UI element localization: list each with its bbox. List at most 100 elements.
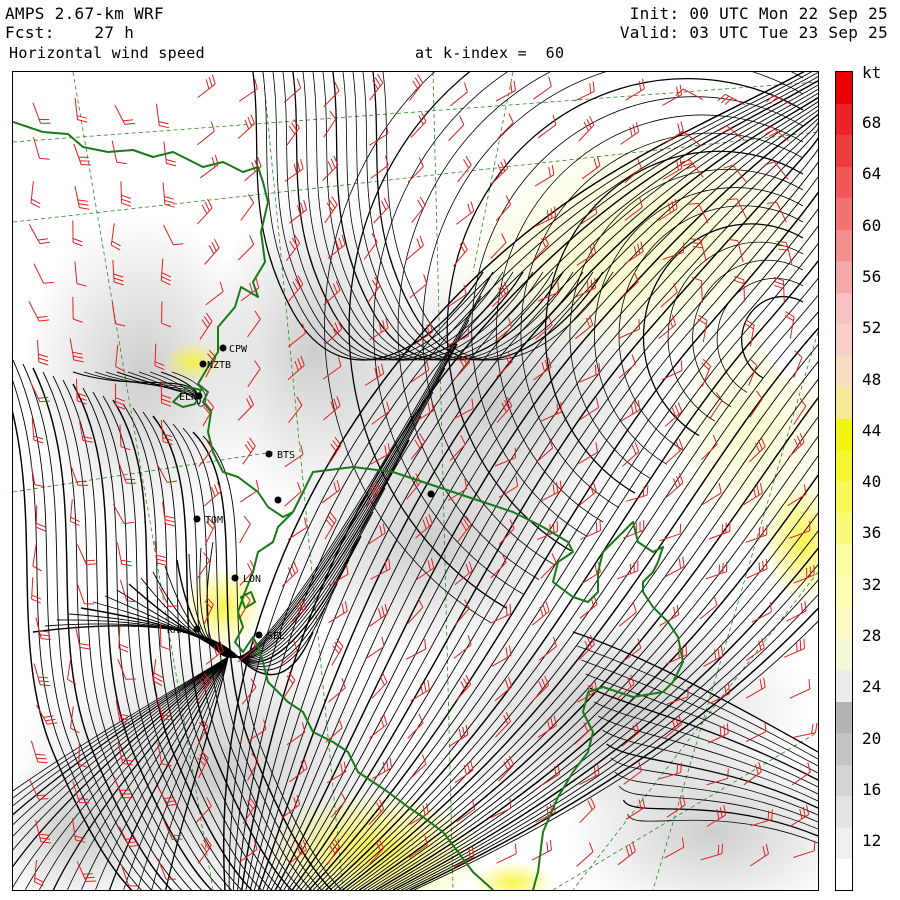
wind-barb — [751, 602, 772, 623]
station-dot — [265, 450, 273, 458]
colorbar-tick-label: 32 — [862, 574, 882, 594]
wind-barb — [28, 224, 50, 245]
forecast-hour: Fcst: 27 h — [5, 23, 135, 42]
colorbar-cell — [836, 606, 852, 639]
wind-barb — [32, 102, 51, 124]
shade-blob — [473, 862, 553, 890]
colorbar-cell — [836, 732, 852, 765]
wind-barb — [369, 123, 389, 146]
station-dot — [193, 515, 201, 523]
wind-barb — [75, 625, 90, 650]
wind-barb — [717, 93, 745, 106]
colorbar-cell — [836, 764, 852, 797]
colorbar-cell — [836, 386, 852, 419]
station-label: NZTB — [207, 360, 231, 371]
station-dot — [199, 360, 207, 368]
wind-barb — [323, 110, 337, 138]
colorbar-cell — [836, 292, 852, 325]
colorbar-tick-label: 64 — [862, 164, 882, 184]
station-label: TOM — [205, 515, 223, 526]
init-time: Init: 00 UTC Mon 22 Sep 25 — [629, 4, 888, 23]
station-tom: TOM — [193, 515, 223, 526]
wind-barb — [239, 515, 251, 544]
colorbar-cell — [836, 481, 852, 513]
colorbar-tick-label: 48 — [862, 369, 882, 389]
colorbar-tick-label: 56 — [862, 266, 882, 286]
wind-barb — [625, 78, 645, 101]
wind-barb — [409, 74, 424, 101]
colorbar-unit: kt — [862, 63, 882, 82]
colorbar-tick-label: 20 — [862, 728, 882, 748]
colorbar-cell — [836, 669, 852, 702]
wind-barb — [31, 577, 42, 604]
wind-barb — [76, 582, 95, 605]
station-dot — [427, 490, 435, 498]
colorbar-tick-label: 28 — [862, 626, 882, 645]
station-label: KHN — [167, 625, 185, 636]
shade-blob — [23, 212, 263, 532]
wind-barb — [410, 112, 427, 138]
colorbar-tick-label: 16 — [862, 779, 882, 799]
wind-barb — [496, 843, 517, 864]
wind-barb — [448, 115, 465, 141]
station-dot — [219, 344, 227, 352]
colorbar-cell — [836, 229, 852, 262]
colorbar-tick-label: 44 — [862, 420, 882, 440]
colorbar-cell — [836, 355, 852, 388]
wind-barb — [162, 182, 175, 208]
wind-barb — [323, 81, 340, 108]
colorbar-cell — [836, 134, 852, 167]
colorbar-tick-label: 60 — [862, 215, 882, 235]
colorbar-cell — [836, 166, 852, 199]
wind-barb — [322, 155, 339, 182]
wind-barb — [369, 74, 384, 101]
colorbar-cell — [836, 103, 852, 136]
colorbar-cell — [836, 638, 852, 671]
wind-barb — [411, 196, 426, 224]
map-panel: CPW NZTB ELN BTS TOM LON KHN SEL — [12, 71, 819, 891]
colorbar-tick-label: 68 — [862, 113, 882, 132]
colorbar-cell — [836, 512, 852, 545]
colorbar-tick-label: 12 — [862, 831, 882, 851]
colorbar-cell — [836, 260, 852, 293]
wind-map: CPW NZTB ELN BTS TOM LON KHN SEL — [13, 72, 818, 890]
wind-barb — [30, 181, 41, 209]
wind-barb — [74, 97, 88, 123]
station-label: CPW — [229, 344, 248, 355]
wind-barb — [35, 505, 46, 532]
wind-barb — [240, 194, 255, 221]
wind-barb — [155, 103, 170, 129]
colorbar-cell — [836, 323, 852, 356]
station-dot — [193, 625, 201, 633]
colorbar-cell — [836, 858, 852, 891]
wind-barb — [116, 542, 132, 567]
colorbar — [835, 71, 853, 891]
wind-barb — [74, 185, 90, 210]
colorbar-cell — [836, 575, 852, 608]
wind-barb — [283, 78, 302, 103]
wind-barb — [574, 81, 595, 102]
wind-barb — [119, 579, 137, 603]
station-label: SEL — [267, 631, 285, 642]
wind-barb — [457, 156, 472, 183]
wind-barb — [664, 556, 685, 578]
station-dot — [274, 496, 282, 504]
wind-barb — [237, 114, 255, 139]
colorbar-cell — [836, 418, 852, 451]
colorbar-cell — [836, 827, 852, 860]
wind-barb — [197, 74, 216, 98]
wind-barb — [783, 638, 805, 658]
wind-barb — [495, 80, 516, 102]
colorbar-cell — [836, 543, 852, 576]
model-title: AMPS 2.67-km WRF — [5, 4, 164, 23]
wind-barb — [286, 119, 300, 146]
colorbar-cell — [836, 701, 852, 734]
colorbar-cell — [836, 72, 852, 104]
colorbar-tick-label: 24 — [862, 677, 882, 697]
wind-barb — [196, 121, 215, 146]
wind-barb — [662, 84, 683, 106]
level-label: at k-index = 60 — [415, 44, 565, 62]
colorbar-cell — [836, 795, 852, 828]
field-name: Horizontal wind speed — [9, 44, 205, 62]
wind-barb — [533, 76, 552, 100]
